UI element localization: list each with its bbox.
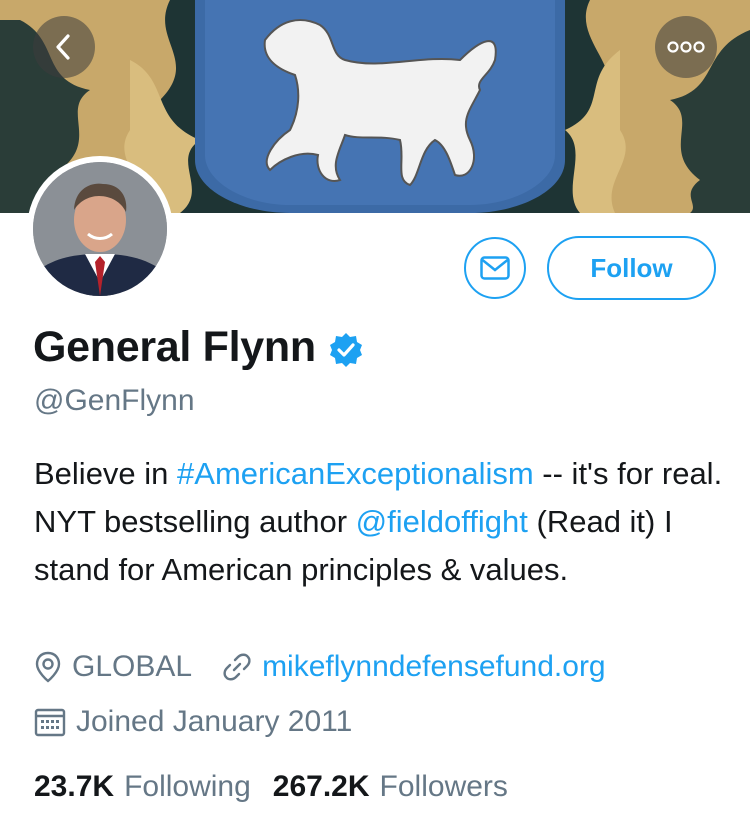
display-name-row: General Flynn (33, 323, 364, 372)
back-button[interactable] (33, 16, 95, 78)
chevron-left-icon (56, 34, 70, 60)
follow-button[interactable]: Follow (547, 236, 716, 300)
location-text: GLOBAL (72, 650, 193, 683)
location-pin-icon (34, 651, 62, 683)
followers-label: Followers (379, 770, 508, 803)
more-horizontal-icon (667, 41, 705, 53)
verified-badge-icon (329, 332, 362, 367)
link-icon (222, 652, 252, 682)
following-stat[interactable]: 23.7K Following (34, 770, 251, 804)
follow-stats: 23.7K Following 267.2K Followers (34, 770, 508, 804)
envelope-icon (480, 256, 510, 280)
following-count: 23.7K (34, 770, 115, 803)
followers-stat[interactable]: 267.2K Followers (273, 770, 508, 804)
avatar[interactable] (27, 156, 173, 302)
username-handle: @GenFlynn (34, 384, 195, 417)
message-button[interactable] (464, 237, 526, 299)
following-label: Following (124, 770, 251, 803)
display-name: General Flynn (33, 323, 316, 371)
website-link[interactable]: mikeflynndefensefund.org (262, 650, 606, 684)
profile-bio: Believe in #AmericanExceptionalism -- it… (34, 450, 724, 594)
bio-text: Believe in (34, 456, 178, 491)
more-options-button[interactable] (655, 16, 717, 78)
location-website-row: GLOBAL mikeflynndefensefund.org (34, 650, 606, 684)
followers-count: 267.2K (272, 770, 370, 803)
joined-text: Joined January 2011 (76, 705, 353, 738)
joined-row: Joined January 2011 (34, 705, 352, 739)
mention-link[interactable]: @fieldoffight (356, 504, 528, 539)
calendar-icon (34, 707, 66, 737)
avatar-image (33, 162, 167, 296)
hashtag-link[interactable]: #AmericanExceptionalism (177, 456, 534, 491)
